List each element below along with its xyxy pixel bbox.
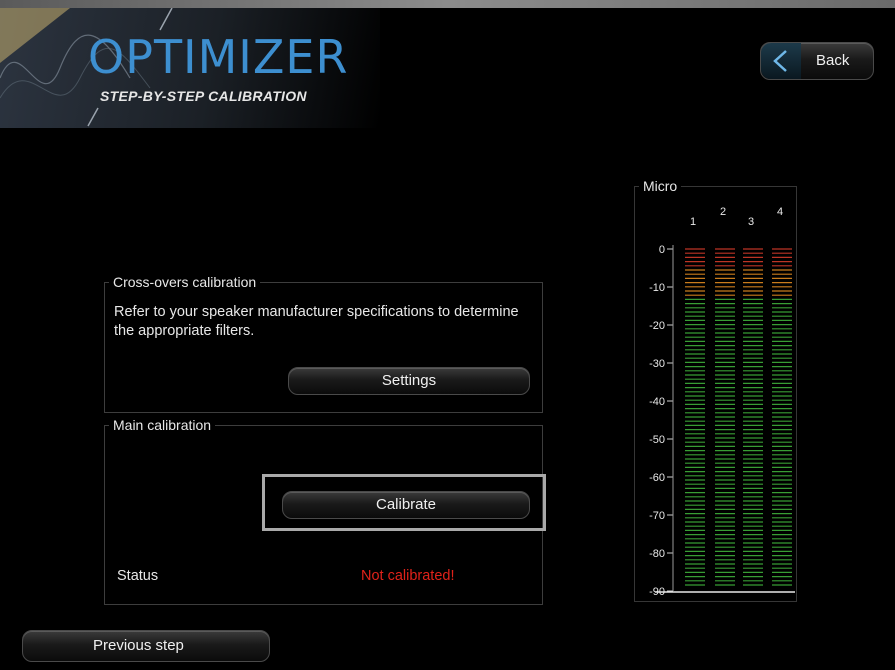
optimizer-screen: OPTIMIZER STEP-BY-STEP CALIBRATION Back …: [0, 0, 895, 670]
channel-label: 3: [748, 216, 754, 228]
level-meter: 12340-10-20-30-40-50-60-70-80-90: [649, 206, 795, 598]
scale-label: -50: [649, 434, 665, 446]
scale-label: -40: [649, 396, 665, 408]
scale-label: -70: [649, 510, 665, 522]
status-value: Not calibrated!: [361, 568, 455, 584]
channel-label: 4: [777, 206, 783, 218]
back-button[interactable]: Back: [760, 42, 874, 80]
crossovers-description: Refer to your speaker manufacturer speci…: [114, 304, 519, 339]
scale-label: -30: [649, 358, 665, 370]
header-banner: OPTIMIZER STEP-BY-STEP CALIBRATION: [0, 8, 380, 128]
settings-button[interactable]: Settings: [288, 367, 530, 395]
app-subtitle: STEP-BY-STEP CALIBRATION: [100, 88, 307, 104]
back-label: Back: [816, 52, 850, 69]
calibrate-highlight: [262, 474, 546, 531]
main-calibration-title: Main calibration: [109, 417, 216, 433]
crossovers-panel: Cross-overs calibration Refer to your sp…: [104, 274, 543, 413]
scale-label: -10: [649, 282, 665, 294]
scale-label: -80: [649, 548, 665, 560]
micro-meter-panel: Micro 1 2 3 4 0 -10 -20 -30 -40 -50 -60 -70 -80 -90: [634, 178, 797, 602]
app-title: OPTIMIZER: [88, 30, 349, 84]
previous-step-button[interactable]: Previous step: [22, 630, 270, 662]
status-label: Status: [117, 568, 159, 584]
scale-label: -60: [649, 472, 665, 484]
channel-label: 2: [720, 206, 726, 218]
top-bar: [0, 0, 895, 8]
crossovers-title: Cross-overs calibration: [109, 274, 261, 290]
channel-label: 1: [690, 216, 696, 228]
previous-step-label: Previous step: [93, 637, 184, 654]
chevron-left-icon: [761, 43, 801, 79]
scale-label: -20: [649, 320, 665, 332]
scale-label: 0: [659, 244, 665, 256]
